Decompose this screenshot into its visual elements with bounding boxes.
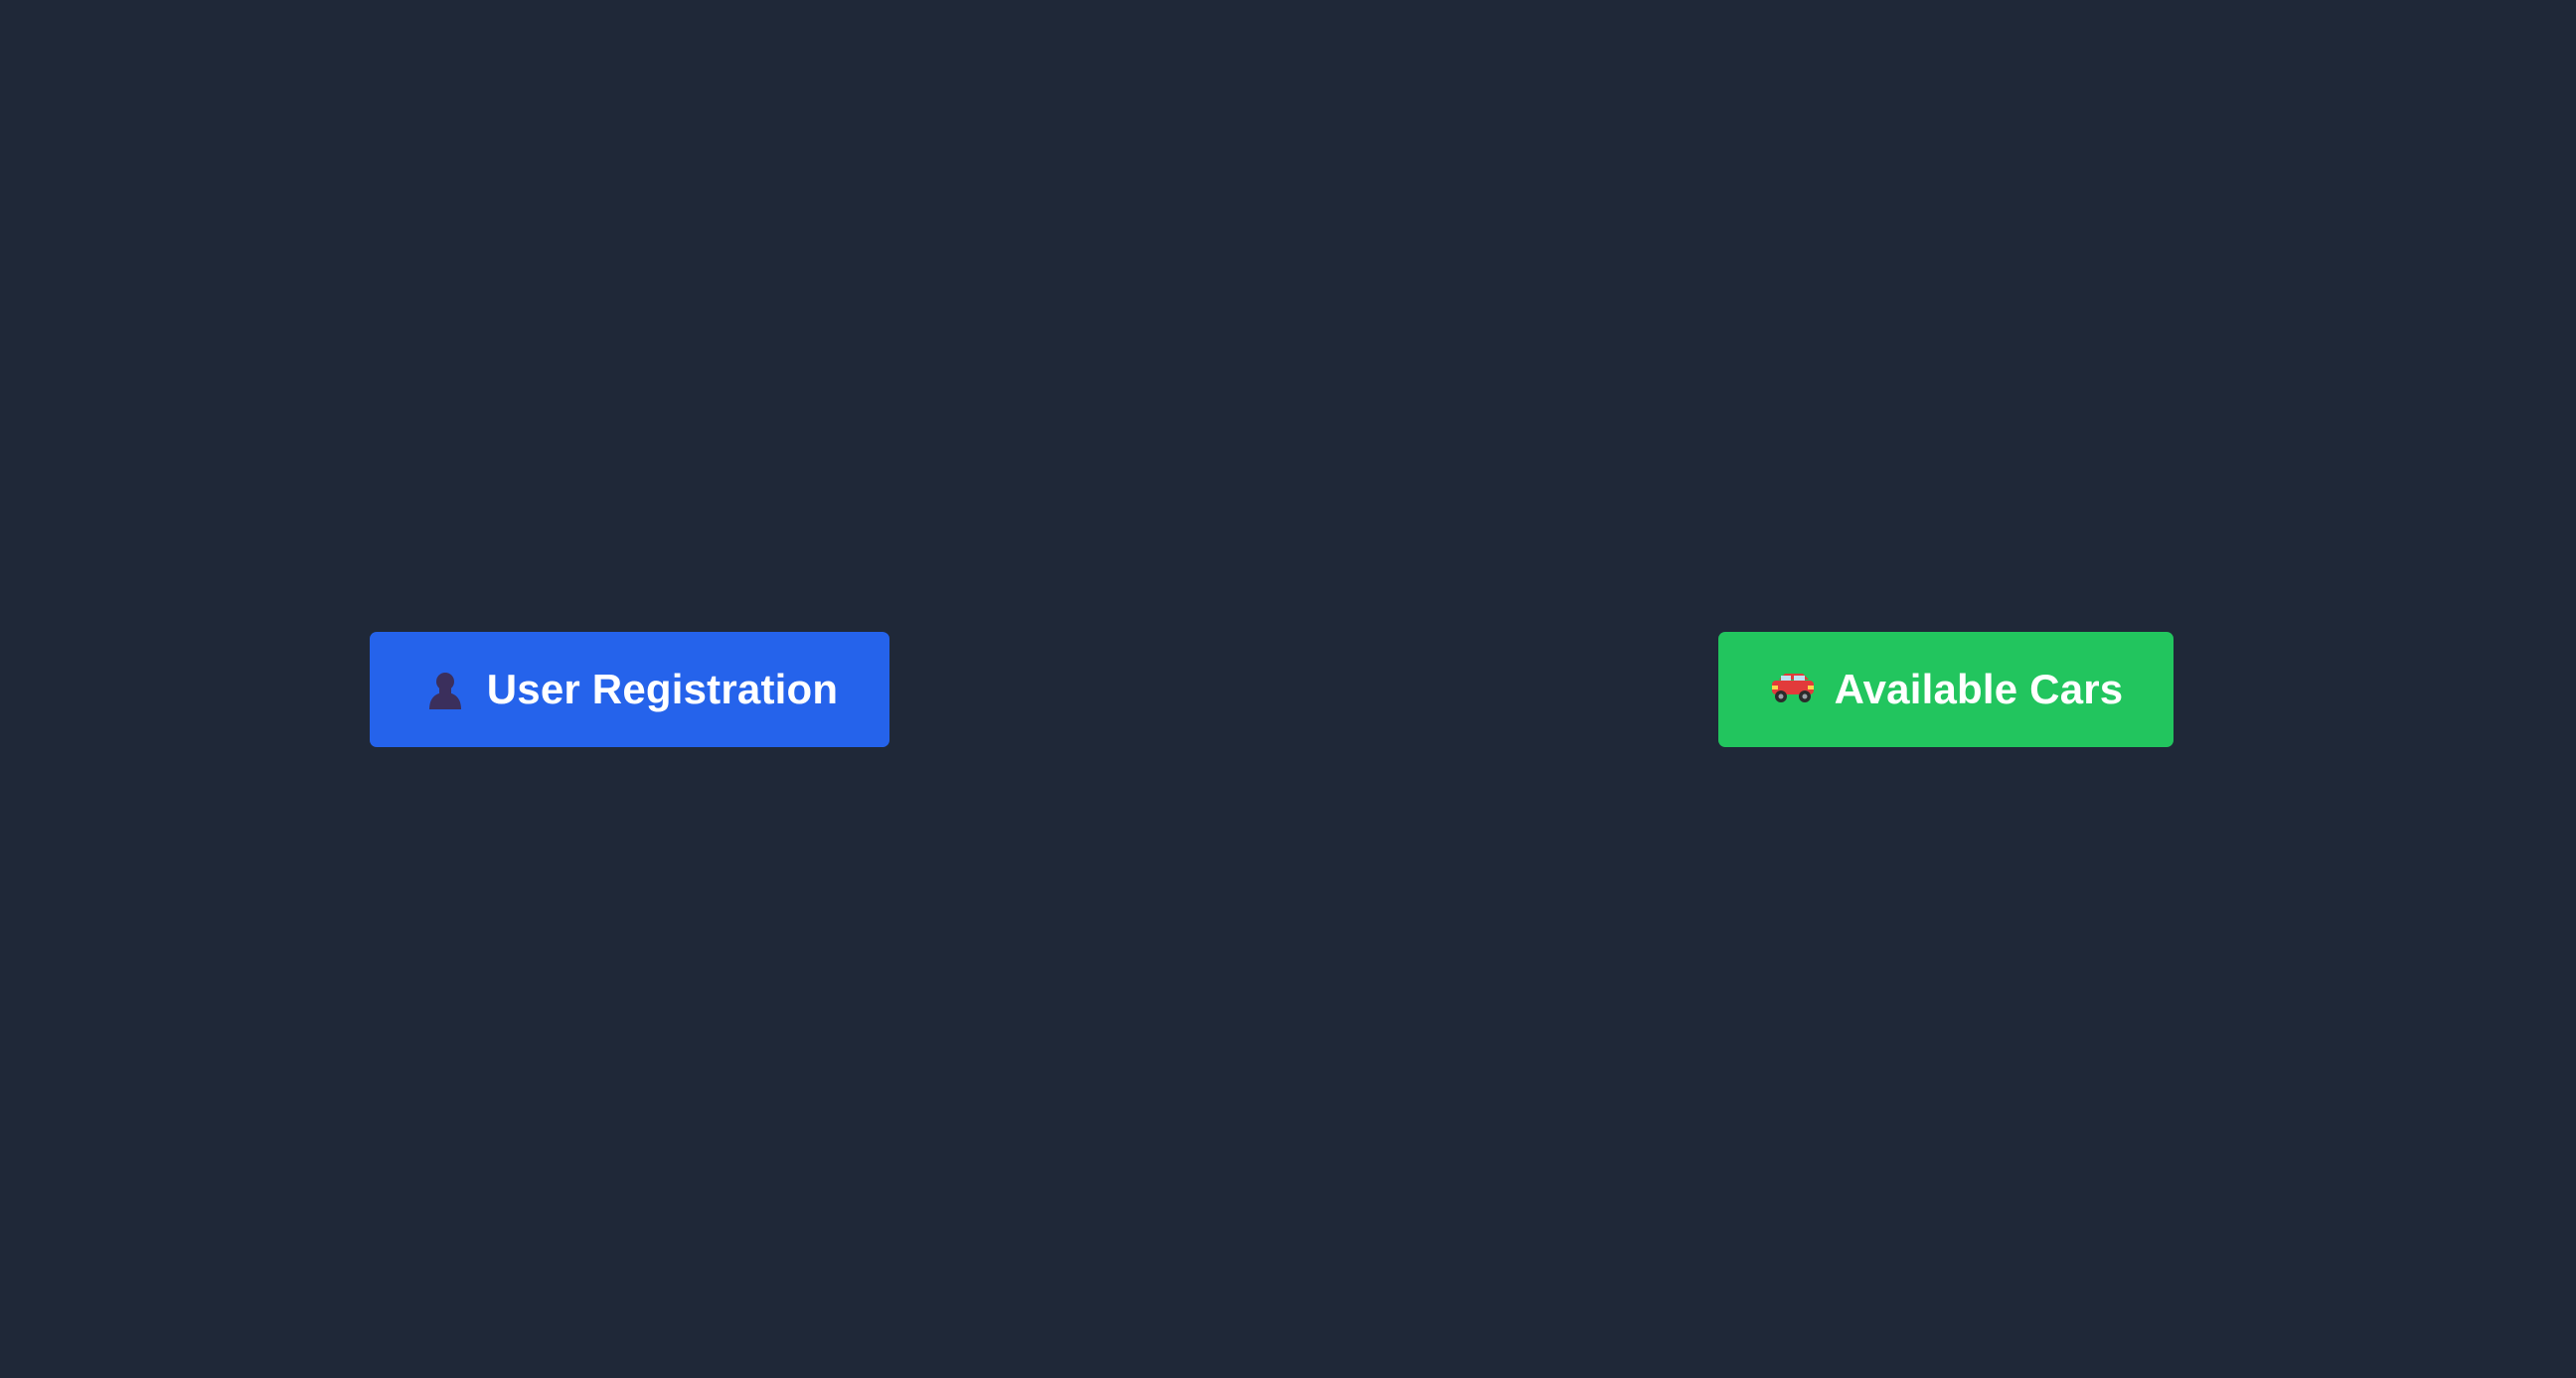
user-silhouette-icon xyxy=(421,666,469,713)
available-cars-button[interactable]: Available Cars xyxy=(1718,632,2174,747)
user-registration-button[interactable]: User Registration xyxy=(370,632,889,747)
car-icon xyxy=(1769,666,1817,713)
user-registration-label: User Registration xyxy=(486,666,839,712)
available-cars-label: Available Cars xyxy=(1834,666,2124,712)
home-screen: User Registration Available Cars xyxy=(0,0,2576,1378)
